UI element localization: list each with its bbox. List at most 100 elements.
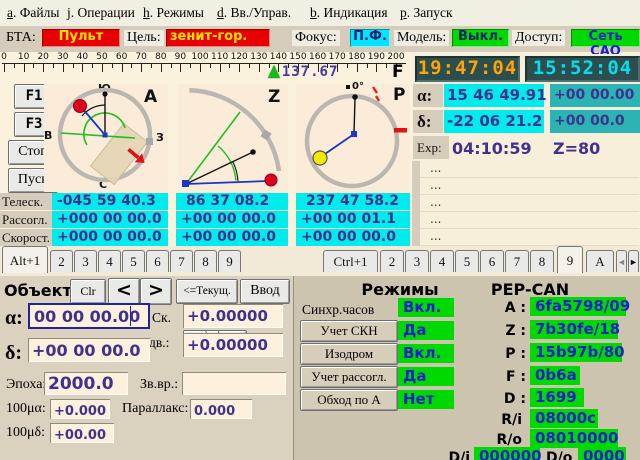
model-label: Модель: — [394, 30, 449, 46]
clr-button[interactable]: Clr — [70, 279, 106, 304]
readout-p-mismatch: +00 00 01.1 — [296, 211, 410, 228]
menu-item-indication[interactable]: b. Индикация — [310, 5, 388, 21]
pep-p-label: P : — [500, 346, 526, 362]
tab-ctrl-6[interactable]: 6 — [480, 250, 504, 272]
dial-z-graphic — [178, 84, 288, 192]
sidereal-input[interactable] — [182, 372, 286, 395]
tab-ctrl-4[interactable]: 4 — [430, 250, 454, 272]
bta-label: БТА: — [6, 30, 36, 46]
dial-a-panel: А Ю В З С — [44, 84, 168, 192]
pep-f-label: F : — [500, 369, 526, 385]
bta-console-window: a. Файлы j. Операции h. Режимы d. Вв./Уп… — [0, 0, 640, 460]
tab-ctrl-3[interactable]: 3 — [405, 250, 429, 272]
parallax-label: Параллакс: — [122, 401, 188, 417]
model-indicator: Выкл. — [452, 29, 509, 47]
pep-z-value: 7b30fe/18 — [530, 320, 618, 339]
tab-alt-5[interactable]: 5 — [122, 250, 145, 272]
tab-alt-7[interactable]: 7 — [170, 250, 193, 272]
parallax-input[interactable] — [190, 399, 252, 419]
tabs-left-arrow[interactable]: ◄ — [616, 250, 627, 272]
tab-ctrl-2[interactable]: 2 — [380, 250, 404, 272]
access-label: Доступ: — [512, 30, 565, 46]
tab-a[interactable]: A — [586, 250, 614, 272]
coordinates-panel: 19:47:04 15:52:04 α: 15 46 49.91 +00 00.… — [412, 54, 640, 246]
menu-item-modes[interactable]: h. Режимы — [143, 5, 204, 21]
pep-ro-label: R/o — [496, 432, 522, 448]
tab-alt-3[interactable]: 3 — [74, 250, 97, 272]
speed-delta-input[interactable] — [183, 333, 283, 357]
pep-do-label: D/o — [546, 450, 572, 460]
speed-label-2: дв.: — [149, 335, 169, 351]
ruler-marker-icon — [268, 65, 280, 78]
dial-p-panel: P 0° — [296, 84, 410, 192]
tabs-row: Alt+1 2 3 4 5 6 7 8 9 Ctrl+1 2 3 4 5 6 7… — [0, 246, 640, 276]
pep-ro-value: 08010000 — [530, 429, 618, 448]
tab-alt-2[interactable]: 2 — [50, 250, 73, 272]
menu-item-files[interactable]: a. Файлы — [7, 5, 59, 21]
position-ruler: 0102030405060708090100110120130140150160… — [0, 52, 412, 84]
mismatch-account-button[interactable]: Учет рассогл. — [300, 366, 398, 388]
message-item: ... — [420, 178, 639, 195]
target-label: Цель: — [124, 30, 164, 46]
tab-ctrl-7[interactable]: 7 — [505, 250, 529, 272]
tab-ctrl1[interactable]: Ctrl+1 — [323, 250, 378, 272]
pep-di-value: 000000 — [474, 447, 540, 460]
modes-panel: Режимы PEP-CAN Синхр.часов Вкл. Учет СКН… — [296, 276, 640, 460]
readout-a-telescope: -045 59 40.3 — [52, 193, 168, 210]
object-delta-input[interactable] — [28, 338, 150, 362]
focus-scale-label: F — [392, 62, 404, 82]
focus-label: Фокус: — [292, 30, 340, 46]
speed-alpha-input[interactable] — [183, 304, 283, 328]
z-readout: Z=80 — [553, 139, 600, 158]
pep-ri-label: R/i — [496, 412, 522, 428]
skn-button[interactable]: Учет СКН — [300, 320, 398, 342]
tab-alt-4[interactable]: 4 — [98, 250, 121, 272]
text-cursor — [130, 306, 131, 326]
bta-indicator: Пульт — [42, 29, 120, 47]
bypass-a-button[interactable]: Обход по A — [300, 389, 398, 411]
tab-ctrl-5[interactable]: 5 — [455, 250, 479, 272]
object-alpha-label: α: — [5, 307, 23, 330]
message-item: ... — [420, 212, 639, 229]
tab-ctrl-8[interactable]: 8 — [530, 250, 554, 272]
readout-a-speed: +000 00 00.0 — [52, 229, 168, 246]
menu-item-launch[interactable]: p. Запуск — [400, 5, 453, 21]
pep-f-value: 0b6a — [530, 366, 580, 385]
prev-object-button[interactable]: < — [108, 278, 140, 305]
pep-do-value: 0000 — [578, 447, 626, 460]
delta-label: δ: — [413, 110, 443, 133]
clock-right: 15:52:04 — [525, 56, 640, 82]
exp-value: 04:10:59 — [452, 139, 532, 158]
tab-alt-6[interactable]: 6 — [146, 250, 169, 272]
mu-delta-input[interactable] — [50, 423, 114, 443]
dial-p-graphic — [296, 84, 410, 192]
isodrome-value: Вкл. — [398, 344, 454, 363]
tab-alt1[interactable]: Alt+1 — [2, 246, 48, 273]
tab-alt-9[interactable]: 9 — [218, 250, 241, 272]
readout-p-speed: +00 00 00.0 — [296, 229, 410, 246]
mu-alpha-label: 100μα: — [6, 401, 46, 417]
copy-current-button[interactable]: <=Текущ. — [176, 279, 238, 304]
pep-a-label: A : — [500, 300, 526, 316]
readout-p-telescope: 237 47 58.2 — [296, 193, 410, 210]
skn-value: Да — [398, 321, 454, 340]
isodrome-button[interactable]: Изодром — [300, 343, 398, 365]
readout-z-speed: +00 00 00.0 — [176, 229, 288, 246]
sync-clock-value: Вкл. — [398, 298, 454, 317]
enter-button[interactable]: Ввод — [240, 279, 290, 304]
message-list-gutter — [412, 161, 420, 246]
tab-alt-8[interactable]: 8 — [194, 250, 217, 272]
menu-item-io-control[interactable]: d. Вв./Управ. — [217, 5, 291, 21]
message-item: ... — [420, 229, 639, 246]
mu-delta-label: 100μδ: — [6, 425, 45, 441]
readout-label-telescope: Телеск. — [0, 193, 52, 210]
mu-alpha-input[interactable] — [50, 399, 110, 419]
epoch-input[interactable] — [44, 372, 128, 395]
readout-label-speed: Скорост. — [0, 229, 52, 246]
object-alpha-input[interactable] — [28, 303, 150, 329]
tab-ctrl-9[interactable]: 9 — [557, 246, 583, 273]
menu-item-operations[interactable]: j. Операции — [67, 5, 135, 21]
alpha-value: 15 46 49.91 — [444, 84, 544, 107]
next-object-button[interactable]: > — [140, 278, 172, 305]
tabs-right-arrow[interactable]: ► — [628, 250, 639, 272]
